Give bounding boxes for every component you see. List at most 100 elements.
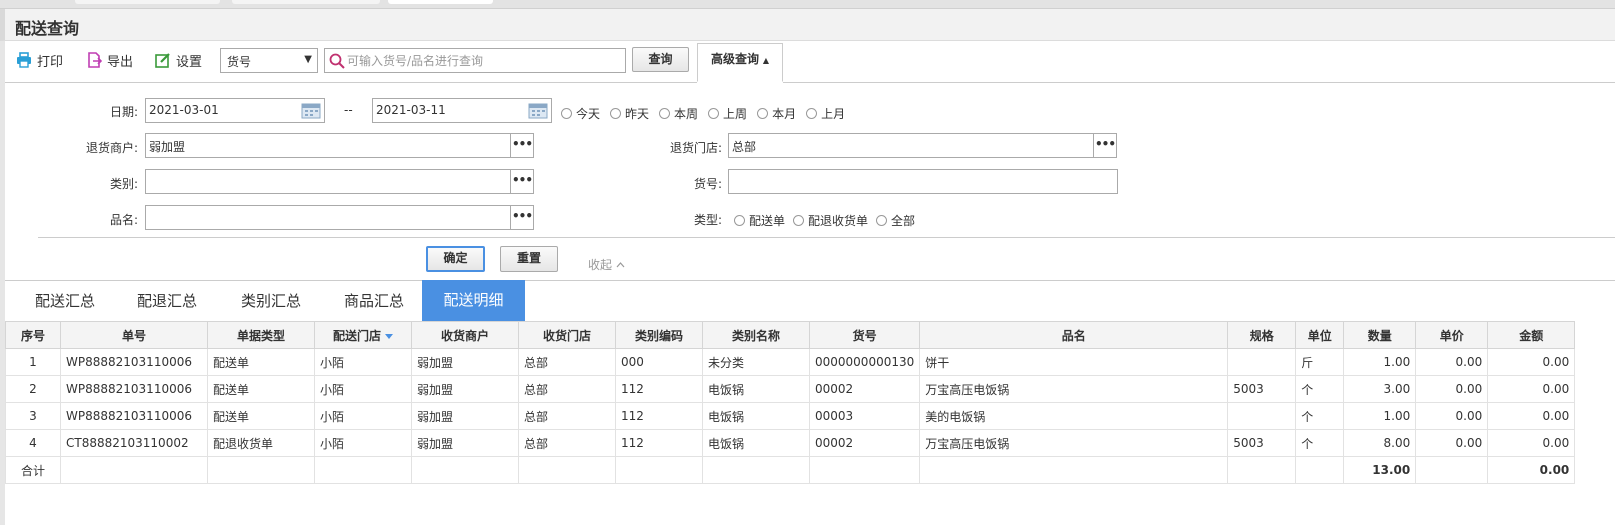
column-header[interactable]: 类别编码 bbox=[615, 321, 703, 349]
merchant-input[interactable]: 弱加盟 bbox=[145, 133, 511, 158]
settings-button[interactable]: 设置 bbox=[155, 50, 202, 70]
radio-label: 本周 bbox=[674, 107, 699, 121]
product-name-label: 品名: bbox=[109, 213, 138, 227]
cell-order-no: WP88882103110006 bbox=[60, 375, 208, 403]
column-header[interactable]: 货号 bbox=[808, 321, 921, 349]
store-input[interactable]: 总部 bbox=[728, 133, 1094, 158]
cell-order-no: WP88882103110006 bbox=[60, 402, 208, 430]
radio-this-week[interactable]: 本周 bbox=[659, 105, 698, 122]
column-header[interactable]: 单价 bbox=[1415, 321, 1489, 349]
collapse-toggle[interactable]: 收起 bbox=[588, 256, 625, 273]
window-tab[interactable] bbox=[75, 0, 220, 4]
radio-label: 配退收货单 bbox=[808, 214, 869, 228]
column-header[interactable]: 收货门店 bbox=[518, 321, 616, 349]
radio-delivery-order[interactable]: 配送单 bbox=[734, 212, 785, 229]
search-input[interactable] bbox=[347, 52, 617, 69]
radio-return-receipt[interactable]: 配退收货单 bbox=[793, 212, 868, 229]
column-header[interactable]: 数量 bbox=[1343, 321, 1417, 349]
column-header[interactable]: 规格 bbox=[1227, 321, 1297, 349]
calendar-icon[interactable] bbox=[528, 102, 548, 119]
category-input[interactable] bbox=[145, 169, 511, 194]
collapse-label: 收起 bbox=[588, 258, 613, 272]
dropdown-arrow-icon: ▼ bbox=[304, 54, 312, 65]
radio-label: 上周 bbox=[723, 107, 748, 121]
product-name-input[interactable] bbox=[145, 205, 511, 230]
tab-return-summary[interactable]: 配退汇总 bbox=[120, 281, 214, 321]
search-field-select[interactable]: 货号 ▼ bbox=[220, 48, 318, 73]
cell-amount: 0.00 bbox=[1487, 429, 1576, 457]
table-row[interactable]: 3 WP88882103110006 配送单 小陌 弱加盟 总部 112 电饭锅… bbox=[5, 402, 1576, 430]
cell-sku: 00002 bbox=[808, 375, 921, 403]
product-name-picker-button[interactable]: ••• bbox=[510, 205, 534, 230]
column-header[interactable]: 单位 bbox=[1295, 321, 1345, 349]
cell-amount: 0.00 bbox=[1487, 402, 1576, 430]
radio-label: 上月 bbox=[821, 107, 846, 121]
column-header-sorted[interactable]: 配送门店 bbox=[314, 321, 412, 349]
column-header[interactable]: 金额 bbox=[1487, 321, 1576, 349]
export-button[interactable]: 导出 bbox=[86, 50, 133, 70]
cell-category-name: 电饭锅 bbox=[702, 429, 810, 457]
column-header[interactable]: 单据类型 bbox=[207, 321, 315, 349]
cell-order-no: WP88882103110006 bbox=[60, 348, 208, 376]
store-label: 退货门店: bbox=[669, 141, 722, 155]
column-header[interactable]: 序号 bbox=[5, 321, 61, 349]
column-header[interactable]: 类别名称 bbox=[702, 321, 810, 349]
merchant-picker-button[interactable]: ••• bbox=[510, 133, 534, 158]
radio-this-month[interactable]: 本月 bbox=[757, 105, 796, 122]
window-tab-active[interactable] bbox=[388, 0, 493, 4]
cell-order-no: CT88882103110002 bbox=[60, 429, 208, 457]
radio-label: 全部 bbox=[891, 214, 916, 228]
table-row[interactable]: 1 WP88882103110006 配送单 小陌 弱加盟 总部 000 未分类… bbox=[5, 348, 1576, 376]
store-picker-button[interactable]: ••• bbox=[1093, 133, 1117, 158]
cell-delivery-store: 小陌 bbox=[314, 429, 412, 457]
cell-unit: 个 bbox=[1295, 375, 1345, 403]
query-button[interactable]: 查询 bbox=[632, 47, 689, 72]
window-tab[interactable] bbox=[232, 0, 380, 4]
cell-delivery-store: 小陌 bbox=[314, 375, 412, 403]
export-label: 导出 bbox=[107, 54, 134, 70]
column-header[interactable]: 收货商户 bbox=[411, 321, 519, 349]
confirm-button[interactable]: 确定 bbox=[426, 246, 485, 272]
radio-today[interactable]: 今天 bbox=[561, 105, 600, 122]
print-button[interactable]: 打印 bbox=[16, 50, 63, 70]
radio-circle bbox=[708, 108, 720, 119]
page-title: 配送查询 bbox=[15, 19, 80, 38]
column-header-label: 配送门店 bbox=[332, 328, 381, 343]
date-from-value: 2021-03-01 bbox=[149, 103, 219, 117]
radio-all[interactable]: 全部 bbox=[876, 212, 915, 229]
cell-empty bbox=[1295, 456, 1345, 484]
category-picker-button[interactable]: ••• bbox=[510, 169, 534, 194]
cell-delivery-store: 小陌 bbox=[314, 402, 412, 430]
advanced-query-tab[interactable]: 高级查询 ▲ bbox=[697, 43, 783, 82]
search-field-select-value: 货号 bbox=[227, 55, 252, 69]
tab-category-summary[interactable]: 类别汇总 bbox=[224, 281, 318, 321]
column-header[interactable]: 品名 bbox=[919, 321, 1229, 349]
radio-last-week[interactable]: 上周 bbox=[708, 105, 747, 122]
reset-button[interactable]: 重置 bbox=[500, 246, 558, 272]
cell-empty bbox=[808, 456, 921, 484]
cell-index: 4 bbox=[5, 429, 61, 457]
date-from-input[interactable]: 2021-03-01 bbox=[145, 98, 325, 123]
cell-amount: 0.00 bbox=[1487, 348, 1576, 376]
tab-delivery-detail[interactable]: 配送明细 bbox=[422, 280, 525, 321]
calendar-icon[interactable] bbox=[301, 102, 321, 119]
cell-sku: 00003 bbox=[808, 402, 921, 430]
column-header[interactable]: 单号 bbox=[60, 321, 208, 349]
printer-icon bbox=[17, 52, 31, 68]
merchant-label: 退货商户: bbox=[85, 141, 138, 155]
cell-receiving-store: 总部 bbox=[518, 402, 616, 430]
radio-last-month[interactable]: 上月 bbox=[806, 105, 845, 122]
cell-doc-type: 配送单 bbox=[207, 348, 315, 376]
tab-delivery-summary[interactable]: 配送汇总 bbox=[18, 281, 112, 321]
date-to-input[interactable]: 2021-03-11 bbox=[372, 98, 552, 123]
cell-empty bbox=[518, 456, 616, 484]
cell-product-name: 万宝高压电饭锅 bbox=[919, 429, 1229, 457]
sku-input[interactable] bbox=[728, 169, 1118, 194]
table-row[interactable]: 4 CT88882103110002 配退收货单 小陌 弱加盟 总部 112 电… bbox=[5, 429, 1576, 457]
table-row[interactable]: 2 WP88882103110006 配送单 小陌 弱加盟 总部 112 电饭锅… bbox=[5, 375, 1576, 403]
search-icon bbox=[329, 53, 345, 69]
radio-yesterday[interactable]: 昨天 bbox=[610, 105, 649, 122]
radio-label: 配送单 bbox=[749, 214, 786, 228]
type-radio-group: 配送单 配退收货单 全部 bbox=[734, 212, 915, 229]
tab-product-summary[interactable]: 商品汇总 bbox=[327, 281, 421, 321]
